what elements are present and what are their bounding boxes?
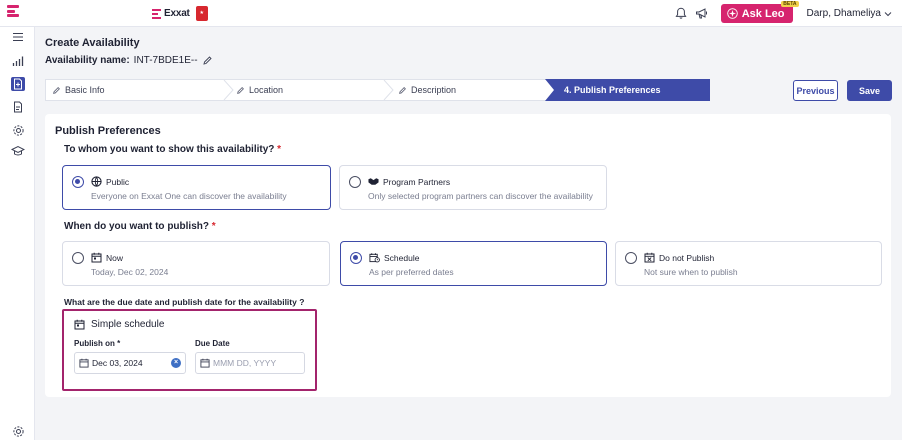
- pencil-icon: [398, 86, 407, 95]
- radio-program-partners[interactable]: [349, 176, 361, 188]
- step-basic-info[interactable]: Basic Info: [52, 80, 105, 100]
- hamburger-icon[interactable]: [11, 30, 25, 44]
- required-mark: *: [211, 221, 216, 232]
- simple-schedule-title: Simple schedule: [74, 319, 164, 330]
- step-label: Basic Info: [65, 85, 105, 95]
- step-separator: [223, 80, 234, 100]
- option-label: Program Partners: [383, 177, 451, 187]
- chevron-down-icon: [884, 11, 892, 17]
- radio-do-not-publish[interactable]: [625, 252, 637, 264]
- option-do-not-publish[interactable]: Do not Publish Not sure when to publish: [615, 241, 882, 286]
- bell-icon[interactable]: [675, 7, 687, 20]
- calendar-clock-icon: [369, 252, 380, 263]
- add-doc-icon[interactable]: [11, 77, 25, 91]
- user-name: Darp, Dhameliya: [806, 8, 881, 19]
- option-schedule[interactable]: Schedule As per preferred dates: [340, 241, 607, 286]
- simple-schedule-box: Simple schedule Publish on * Dec 03, 202…: [62, 309, 317, 391]
- brand-mark-icon: [152, 8, 161, 19]
- beta-badge: BETA: [781, 1, 799, 7]
- sidebar: [0, 27, 35, 440]
- publish-on-value: Dec 03, 2024: [92, 358, 143, 368]
- top-right-actions: Ask Leo BETA Darp, Dhameliya: [675, 0, 902, 27]
- visibility-question: To whom you want to show this availabili…: [64, 144, 281, 155]
- step-description[interactable]: Description: [398, 80, 456, 100]
- option-desc: Today, Dec 02, 2024: [91, 267, 169, 277]
- option-now[interactable]: Now Today, Dec 02, 2024: [62, 241, 330, 286]
- calendar-icon: [74, 319, 85, 330]
- question-text: To whom you want to show this availabili…: [64, 144, 275, 155]
- sparkle-icon: [726, 8, 738, 19]
- megaphone-icon[interactable]: [695, 7, 709, 20]
- user-menu[interactable]: Darp, Dhameliya: [807, 8, 892, 19]
- step-publish-preferences[interactable]: 4. Publish Preferences: [545, 79, 710, 101]
- page-title: Create Availability: [45, 37, 140, 49]
- option-desc: As per preferred dates: [369, 267, 454, 277]
- ask-leo-label: Ask Leo: [741, 7, 785, 20]
- due-date-placeholder: MMM DD, YYYY: [213, 358, 277, 368]
- option-desc: Only selected program partners can disco…: [368, 191, 593, 201]
- analytics-icon[interactable]: [11, 54, 25, 68]
- app-logo[interactable]: [7, 5, 19, 21]
- calendar-x-icon: [644, 252, 655, 263]
- option-label: Public: [106, 177, 130, 187]
- settings-icon[interactable]: [11, 424, 25, 438]
- radio-schedule[interactable]: [350, 252, 362, 264]
- radio-now[interactable]: [72, 252, 84, 264]
- document-icon[interactable]: [11, 100, 25, 114]
- question-text: When do you want to publish?: [64, 221, 209, 232]
- required-mark: *: [277, 144, 282, 155]
- availability-name: Availability name: INT-7BDE1E--: [45, 55, 213, 66]
- step-label: 4. Publish Preferences: [564, 85, 661, 95]
- section-title: Publish Preferences: [55, 125, 161, 137]
- publish-on-label: Publish on *: [74, 339, 121, 348]
- option-desc: Not sure when to publish: [644, 267, 738, 277]
- publish-on-field[interactable]: Dec 03, 2024 ×: [74, 352, 186, 374]
- availability-name-label: Availability name:: [45, 55, 130, 66]
- publish-preferences-card: Publish Preferences To whom you want to …: [45, 114, 891, 397]
- handshake-icon: [368, 176, 379, 187]
- simple-schedule-label: Simple schedule: [91, 319, 165, 330]
- radio-public[interactable]: [72, 176, 84, 188]
- settings-gear-icon[interactable]: [11, 123, 25, 137]
- option-public[interactable]: Public Everyone on Exxat One can discove…: [62, 165, 331, 210]
- pencil-icon: [52, 86, 61, 95]
- pencil-icon: [236, 86, 245, 95]
- publish-question: When do you want to publish? *: [64, 221, 216, 232]
- step-label: Description: [411, 85, 457, 95]
- option-desc: Everyone on Exxat One can discover the a…: [91, 191, 287, 201]
- calendar-icon: [200, 358, 210, 368]
- step-location[interactable]: Location: [236, 80, 283, 100]
- option-program-partners[interactable]: Program Partners Only selected program p…: [339, 165, 607, 210]
- clear-icon[interactable]: ×: [171, 358, 181, 368]
- pencil-icon[interactable]: [202, 55, 213, 66]
- due-date-field[interactable]: MMM DD, YYYY: [195, 352, 305, 374]
- option-label: Now: [106, 253, 124, 263]
- step-label: Location: [249, 85, 284, 95]
- option-label: Schedule: [384, 253, 420, 263]
- calendar-icon: [91, 252, 102, 263]
- graduation-cap-icon[interactable]: [11, 144, 25, 158]
- due-date-label: Due Date: [195, 339, 230, 348]
- save-button[interactable]: Save: [847, 80, 892, 101]
- brand: Exxat ★: [152, 6, 208, 21]
- ask-leo-button[interactable]: Ask Leo BETA: [720, 1, 799, 23]
- option-label: Do not Publish: [659, 253, 715, 263]
- top-bar: Exxat ★ Ask Leo BETA Darp, Dhameliya: [0, 0, 902, 27]
- availability-name-value: INT-7BDE1E--: [133, 55, 198, 66]
- award-badge-icon: ★: [195, 6, 208, 21]
- brand-name: Exxat: [164, 8, 190, 19]
- globe-icon: [91, 176, 102, 187]
- stepper: Basic Info Location Description 4. Publi…: [45, 79, 710, 101]
- step-separator: [383, 80, 394, 100]
- calendar-icon: [79, 358, 89, 368]
- previous-button[interactable]: Previous: [793, 80, 838, 101]
- dates-question: What are the due date and publish date f…: [64, 297, 305, 307]
